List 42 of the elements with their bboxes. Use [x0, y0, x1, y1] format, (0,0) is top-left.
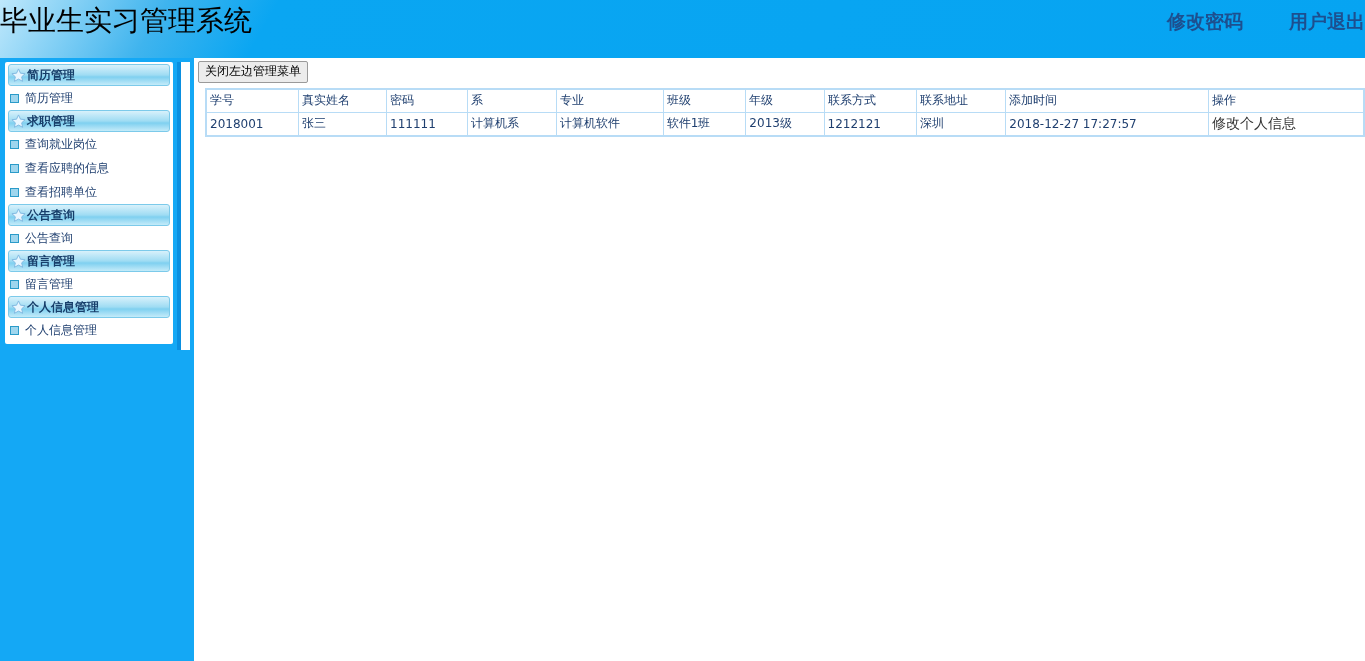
menu-group-title: 公告查询	[27, 206, 75, 224]
menu-item[interactable]: 简历管理	[25, 89, 73, 107]
column-header: 真实姓名	[298, 88, 387, 112]
menu-group-title: 留言管理	[27, 252, 75, 270]
column-header: 学号	[206, 88, 299, 112]
menu-item[interactable]: 查看招聘单位	[25, 183, 97, 201]
square-bullet-icon	[10, 233, 19, 243]
menu-group-header[interactable]: 个人信息管理	[8, 296, 170, 318]
square-bullet-icon	[10, 279, 19, 289]
column-header: 联系方式	[824, 88, 917, 112]
menu-group-header[interactable]: 简历管理	[8, 64, 170, 86]
menu-group-header[interactable]: 求职管理	[8, 110, 170, 132]
column-header: 联系地址	[916, 88, 1006, 112]
menu-group-header[interactable]: 留言管理	[8, 250, 170, 272]
column-header: 班级	[663, 88, 746, 112]
system-title: 毕业生实习管理系统	[0, 3, 252, 39]
column-header: 密码	[386, 88, 468, 112]
column-header: 年级	[745, 88, 824, 112]
menu-group-title: 简历管理	[27, 66, 75, 84]
star-icon	[11, 253, 26, 269]
square-bullet-icon	[10, 187, 19, 197]
menu-group-title: 个人信息管理	[27, 298, 99, 316]
menu-group-header[interactable]: 公告查询	[8, 204, 170, 226]
star-icon	[11, 207, 26, 223]
menu-item[interactable]: 查询就业岗位	[25, 135, 97, 153]
square-bullet-icon	[10, 325, 19, 335]
square-bullet-icon	[10, 139, 19, 149]
column-header: 系	[467, 88, 557, 112]
menu-item[interactable]: 个人信息管理	[25, 321, 97, 339]
column-header: 专业	[556, 88, 664, 112]
splitter-bar[interactable]	[177, 62, 190, 350]
menu-group-title: 求职管理	[27, 112, 75, 130]
close-menu-button[interactable]: 关闭左边管理菜单	[198, 60, 308, 83]
column-header: 添加时间	[1005, 88, 1209, 112]
square-bullet-icon	[10, 163, 19, 173]
menu-item[interactable]: 公告查询	[25, 229, 73, 247]
star-icon	[11, 113, 26, 129]
menu-item[interactable]: 留言管理	[25, 275, 73, 293]
square-bullet-icon	[10, 93, 19, 103]
star-icon	[11, 67, 26, 83]
star-icon	[11, 299, 26, 315]
menu-item[interactable]: 查看应聘的信息	[25, 159, 109, 177]
